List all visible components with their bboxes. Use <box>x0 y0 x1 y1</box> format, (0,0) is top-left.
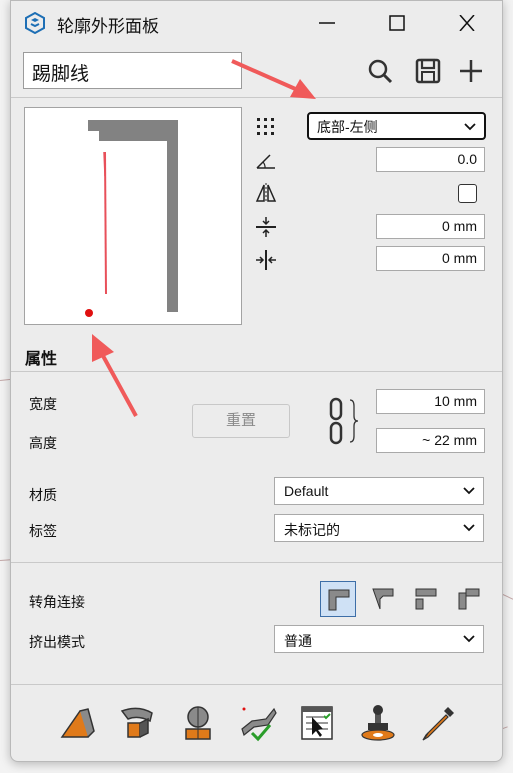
offset-vertical-icon <box>256 250 276 270</box>
profile-name-input[interactable]: 踢脚线 <box>23 52 242 89</box>
follow-path-icon[interactable] <box>118 703 158 743</box>
width-label: 宽度 <box>29 396 57 412</box>
window-title: 轮廓外形面板 <box>57 17 159 36</box>
chevron-down-icon <box>464 123 476 131</box>
link-proportions-icon[interactable] <box>328 396 362 446</box>
material-label: 材质 <box>29 487 57 503</box>
offset-y-field[interactable]: 0 mm <box>376 246 485 271</box>
search-icon[interactable] <box>366 57 394 85</box>
anchor-point <box>85 309 93 317</box>
tag-dropdown[interactable]: 未标记的 <box>274 514 484 542</box>
corner-join-miter-button[interactable] <box>320 581 356 617</box>
annotation-arrow <box>92 334 138 417</box>
extrude-mode-label: 挤出模式 <box>29 634 85 650</box>
corner-join-horizontal-button[interactable] <box>408 581 444 617</box>
eyedropper-icon[interactable] <box>418 703 458 743</box>
annotation-arrow <box>231 59 316 99</box>
corner-horizontal-icon <box>415 588 437 610</box>
extrude-mode-dropdown[interactable]: 普通 <box>274 625 484 653</box>
chevron-down-icon <box>463 487 475 495</box>
extrude-mode-value: 普通 <box>284 633 312 649</box>
revolve-icon[interactable] <box>178 703 218 743</box>
save-icon[interactable] <box>414 57 442 85</box>
corner-join-vertical-button[interactable] <box>451 581 487 617</box>
divider <box>11 684 502 685</box>
rotation-field[interactable]: 0.0 <box>376 147 485 172</box>
app-logo-icon <box>25 12 45 34</box>
chevron-down-icon <box>463 524 475 532</box>
path-edit-icon[interactable] <box>238 703 278 743</box>
maximize-icon <box>389 15 405 31</box>
profile-preview[interactable] <box>24 107 242 325</box>
close-button[interactable] <box>444 7 490 39</box>
height-field[interactable]: ~ 22 mm <box>376 428 485 453</box>
corner-miter-icon <box>328 589 350 611</box>
properties-section-title: 属性 <box>25 351 58 368</box>
extrude-icon[interactable] <box>58 703 98 743</box>
title-bar: 轮廓外形面板 <box>11 1 502 45</box>
divider <box>11 371 502 372</box>
stamp-icon[interactable] <box>358 703 398 743</box>
profile-panel-window: 轮廓外形面板 踢脚线 底部-左侧 0.0 0 mm 0 mm 属性 宽度 高度 … <box>10 0 503 762</box>
reset-button[interactable]: 重置 <box>192 404 290 438</box>
rotation-angle-icon <box>256 154 275 169</box>
tag-value: 未标记的 <box>284 522 340 538</box>
maximize-button[interactable] <box>374 7 420 39</box>
selection-list-icon[interactable] <box>298 703 338 743</box>
anchor-value: 底部-左侧 <box>317 119 378 135</box>
minimize-button[interactable] <box>304 7 350 39</box>
close-icon <box>459 15 475 31</box>
chevron-down-icon <box>463 635 475 643</box>
flip-checkbox[interactable] <box>458 184 477 203</box>
corner-joint-label: 转角连接 <box>29 594 85 610</box>
offset-x-field[interactable]: 0 mm <box>376 214 485 239</box>
divider <box>11 562 502 563</box>
corner-vertical-icon <box>458 588 480 610</box>
anchor-grid-icon <box>257 118 274 135</box>
material-dropdown[interactable]: Default <box>274 477 484 505</box>
offset-horizontal-icon <box>256 217 276 237</box>
flip-mirror-icon <box>255 183 277 203</box>
corner-join-bevel-button[interactable] <box>365 581 401 617</box>
width-field[interactable]: 10 mm <box>376 389 485 414</box>
profile-shape-drawing <box>85 120 178 317</box>
material-value: Default <box>284 483 329 499</box>
tag-label: 标签 <box>29 523 57 539</box>
corner-bevel-icon <box>372 588 394 610</box>
minimize-icon <box>319 22 335 24</box>
add-icon[interactable] <box>457 57 485 85</box>
height-label: 高度 <box>29 435 57 451</box>
anchor-dropdown[interactable]: 底部-左侧 <box>307 112 486 140</box>
